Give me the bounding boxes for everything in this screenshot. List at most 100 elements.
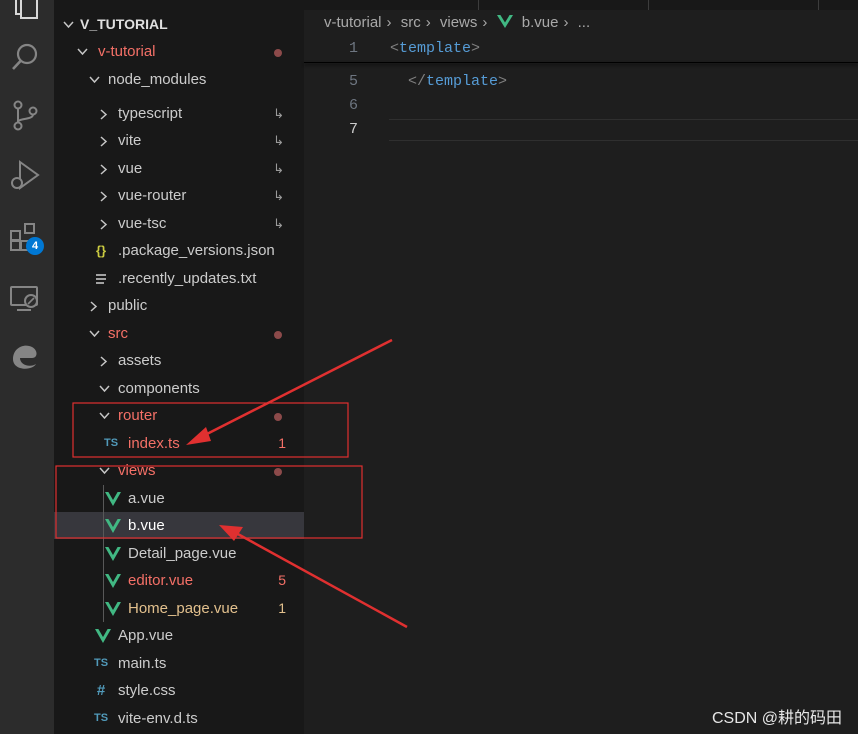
- activity-bar: 4: [0, 0, 54, 734]
- tree-item-label: typescript: [118, 105, 183, 122]
- chevron-right-icon: [96, 100, 112, 127]
- chevron-down-icon: [96, 457, 112, 484]
- tree-item-components[interactable]: components: [54, 375, 304, 402]
- tag-name: template: [399, 40, 472, 57]
- tree-item-v-tutorial[interactable]: v-tutorial: [54, 38, 304, 65]
- tree-item-views[interactable]: views: [54, 457, 304, 484]
- problem-count: 5: [278, 572, 286, 588]
- remote-explorer-icon[interactable]: [8, 282, 42, 316]
- symlink-icon: ↳: [273, 106, 284, 121]
- tree-item-label: .recently_updates.txt: [118, 270, 257, 287]
- typescript-file-icon: TS: [103, 437, 119, 449]
- tab-separator: [818, 0, 819, 10]
- tree-item-vite[interactable]: vite ↳: [54, 127, 304, 154]
- edge-devtools-icon[interactable]: [8, 340, 42, 374]
- tree-item-index-ts[interactable]: TS index.ts 1: [54, 430, 304, 457]
- tree-item-home-page-vue[interactable]: Home_page.vue 1: [54, 595, 304, 622]
- tree-item-main-ts[interactable]: TS main.ts: [54, 650, 304, 677]
- tree-item-label: v-tutorial: [98, 43, 156, 60]
- tree-item-label: vite: [118, 132, 142, 149]
- tree-item-label: router: [118, 407, 158, 424]
- tree-item-label: Detail_page.vue: [128, 545, 237, 562]
- chevron-down-icon: [74, 38, 90, 65]
- tab-strip: [304, 0, 858, 10]
- vue-file-icon: [104, 595, 122, 622]
- current-line-highlight: [389, 119, 858, 141]
- breadcrumb-separator-icon: ›: [425, 14, 431, 31]
- symlink-icon: ↳: [273, 133, 284, 148]
- line-number: 5: [348, 73, 358, 90]
- tree-item-assets[interactable]: assets: [54, 347, 304, 374]
- chevron-right-icon: [96, 155, 112, 182]
- chevron-down-icon: [96, 375, 112, 402]
- line-number: 6: [348, 97, 358, 114]
- tree-item-vue[interactable]: vue ↳: [54, 155, 304, 182]
- problem-count: 1: [278, 435, 286, 451]
- typescript-file-icon: TS: [93, 657, 109, 669]
- tree-item-label: assets: [118, 352, 162, 369]
- vue-file-icon: [104, 540, 122, 567]
- breadcrumb-item[interactable]: src: [401, 14, 421, 31]
- tree-item-router[interactable]: router: [54, 402, 304, 429]
- editor-area: v-tutorial › src › views › b.vue › ... 1 <te…: [304, 0, 858, 734]
- vue-file-icon: [104, 512, 122, 539]
- tag-bracket: </: [408, 73, 427, 90]
- problem-count: 1: [278, 600, 286, 616]
- text-file-icon: [92, 265, 110, 292]
- breadcrumb-item[interactable]: v-tutorial: [324, 14, 382, 31]
- tree-item-label: views: [118, 462, 156, 479]
- explorer-icon[interactable]: [8, 0, 42, 22]
- tag-bracket: <: [390, 40, 400, 57]
- css-file-icon: #: [96, 682, 106, 699]
- tree-item-node-modules[interactable]: node_modules: [54, 66, 304, 93]
- json-file-icon: {}: [95, 243, 107, 258]
- breadcrumb-item[interactable]: ...: [578, 14, 591, 31]
- vue-file-icon: [104, 567, 122, 594]
- tree-item-label: b.vue: [128, 517, 165, 534]
- run-debug-icon[interactable]: [8, 158, 42, 192]
- explorer-sidebar: V_TUTORIAL v-tutorial node_modules types…: [54, 0, 304, 734]
- chevron-right-icon: [96, 210, 112, 237]
- symlink-icon: ↳: [273, 161, 284, 176]
- tree-item-vue-router[interactable]: vue-router ↳: [54, 182, 304, 209]
- source-control-icon[interactable]: [8, 98, 42, 132]
- tree-item-label: vue-router: [118, 187, 187, 204]
- tree-item-recently-updates-txt[interactable]: .recently_updates.txt: [54, 265, 304, 292]
- tree-item-label: style.css: [118, 682, 176, 699]
- typescript-file-icon: TS: [93, 712, 109, 724]
- tree-item-detail-page-vue[interactable]: Detail_page.vue: [54, 540, 304, 567]
- tree-item-public[interactable]: public: [54, 292, 304, 319]
- search-icon[interactable]: [8, 40, 42, 74]
- line-number: 1: [348, 40, 358, 57]
- tree-item-app-vue[interactable]: App.vue: [54, 622, 304, 649]
- modified-dot-icon: [274, 413, 282, 421]
- explorer-root-row[interactable]: V_TUTORIAL: [54, 11, 304, 38]
- breadcrumb-separator-icon: ›: [482, 14, 488, 31]
- tree-item-label: index.ts: [128, 435, 180, 452]
- chevron-right-icon: [96, 182, 112, 209]
- tree-item-editor-vue[interactable]: editor.vue 5: [54, 567, 304, 594]
- code-line: </template>: [408, 73, 507, 90]
- tree-item-label: components: [118, 380, 200, 397]
- tree-item-typescript[interactable]: typescript ↳: [54, 100, 304, 127]
- tree-item-label: main.ts: [118, 655, 167, 672]
- tree-item-a-vue[interactable]: a.vue: [54, 485, 304, 512]
- breadcrumb: v-tutorial › src › views › b.vue › ...: [324, 14, 595, 31]
- symlink-icon: ↳: [273, 216, 284, 231]
- indent-guide: [103, 485, 104, 622]
- explorer-root-label: V_TUTORIAL: [80, 16, 168, 32]
- tree-item-vue-tsc[interactable]: vue-tsc ↳: [54, 210, 304, 237]
- tree-item-package-versions-json[interactable]: {} .package_versions.json: [54, 237, 304, 264]
- tree-item-label: vue: [118, 160, 143, 177]
- tree-item-vite-env-d-ts[interactable]: TS vite-env.d.ts: [54, 705, 304, 732]
- tree-item-b-vue[interactable]: b.vue: [54, 512, 304, 539]
- tree-item-label: editor.vue: [128, 572, 194, 589]
- vue-file-icon: [104, 485, 122, 512]
- tag-bracket: >: [471, 40, 481, 57]
- tree-item-label: App.vue: [118, 627, 174, 644]
- vue-file-icon: [94, 622, 112, 649]
- tree-item-style-css[interactable]: # style.css: [54, 677, 304, 704]
- breadcrumb-item[interactable]: b.vue: [522, 14, 559, 31]
- breadcrumb-item[interactable]: views: [440, 14, 478, 31]
- tree-item-src[interactable]: src: [54, 320, 304, 347]
